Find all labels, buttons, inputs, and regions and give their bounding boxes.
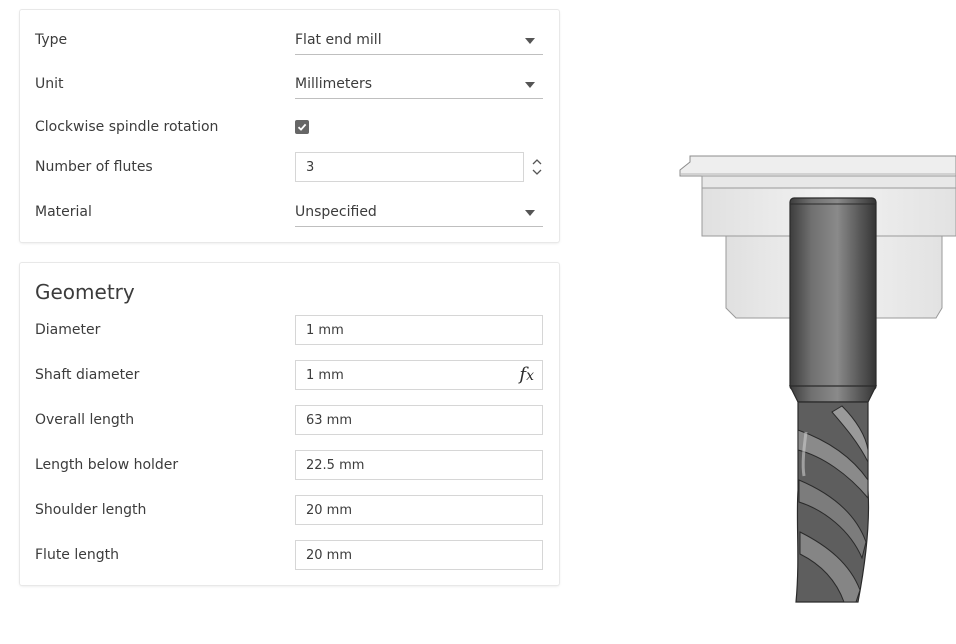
geometry-panel: Geometry Diameter 1 mm Shaft diameter 1 … <box>20 263 559 585</box>
type-select[interactable]: Flat end mill <box>295 25 543 55</box>
material-row: Material Unspecified <box>20 197 559 227</box>
clockwise-row: Clockwise spindle rotation <box>20 112 559 142</box>
checkmark-icon <box>297 123 307 131</box>
material-select-value: Unspecified <box>295 204 377 220</box>
shaft-diameter-input-value: 1 mm <box>306 368 344 383</box>
shoulder-length-input-value: 20 mm <box>306 503 353 518</box>
diameter-input-value: 1 mm <box>306 323 344 338</box>
fx-icon[interactable]: fx <box>519 364 534 385</box>
diameter-label: Diameter <box>35 322 101 338</box>
length-below-holder-input-value: 22.5 mm <box>306 458 365 473</box>
flute-length-label: Flute length <box>35 547 119 563</box>
material-label: Material <box>35 204 92 220</box>
length-below-holder-label: Length below holder <box>35 457 179 473</box>
unit-select[interactable]: Millimeters <box>295 69 543 99</box>
clockwise-checkbox[interactable] <box>295 120 309 134</box>
flute-length-input[interactable]: 20 mm <box>295 540 543 570</box>
general-settings-panel: Type Flat end mill Unit Millimeters Cloc… <box>20 10 559 242</box>
type-label: Type <box>35 32 68 48</box>
shoulder-length-input[interactable]: 20 mm <box>295 495 543 525</box>
shoulder-length-label: Shoulder length <box>35 502 147 518</box>
clockwise-label: Clockwise spindle rotation <box>35 119 219 135</box>
chevron-down-icon <box>525 38 535 44</box>
tool-shank <box>789 197 877 403</box>
length-below-holder-row: Length below holder 22.5 mm <box>20 450 559 480</box>
up-down-arrows-icon <box>532 159 542 175</box>
tool-preview-3d[interactable] <box>672 150 956 610</box>
length-below-holder-input[interactable]: 22.5 mm <box>295 450 543 480</box>
flutes-label: Number of flutes <box>35 159 153 175</box>
flutes-stepper[interactable] <box>530 154 544 180</box>
overall-length-label: Overall length <box>35 412 135 428</box>
diameter-input[interactable]: 1 mm <box>295 315 543 345</box>
flutes-row: Number of flutes 3 <box>20 152 559 182</box>
fx-icon-x: x <box>526 368 534 384</box>
overall-length-input-value: 63 mm <box>306 413 353 428</box>
shaft-diameter-label: Shaft diameter <box>35 367 140 383</box>
tool-flutes <box>795 401 870 603</box>
overall-length-input[interactable]: 63 mm <box>295 405 543 435</box>
type-select-value: Flat end mill <box>295 32 382 48</box>
overall-length-row: Overall length 63 mm <box>20 405 559 435</box>
unit-select-value: Millimeters <box>295 76 373 92</box>
geometry-title: Geometry <box>35 280 135 304</box>
material-select[interactable]: Unspecified <box>295 197 543 227</box>
type-row: Type Flat end mill <box>20 25 559 55</box>
unit-label: Unit <box>35 76 64 92</box>
shoulder-length-row: Shoulder length 20 mm <box>20 495 559 525</box>
diameter-row: Diameter 1 mm <box>20 315 559 345</box>
flute-length-input-value: 20 mm <box>306 548 353 563</box>
flute-length-row: Flute length 20 mm <box>20 540 559 570</box>
shaft-diameter-input[interactable]: 1 mm fx <box>295 360 543 390</box>
chevron-down-icon <box>525 82 535 88</box>
flutes-input[interactable]: 3 <box>295 152 524 182</box>
chevron-down-icon <box>525 210 535 216</box>
shaft-diameter-row: Shaft diameter 1 mm fx <box>20 360 559 390</box>
unit-row: Unit Millimeters <box>20 69 559 99</box>
flutes-input-value: 3 <box>306 160 315 175</box>
